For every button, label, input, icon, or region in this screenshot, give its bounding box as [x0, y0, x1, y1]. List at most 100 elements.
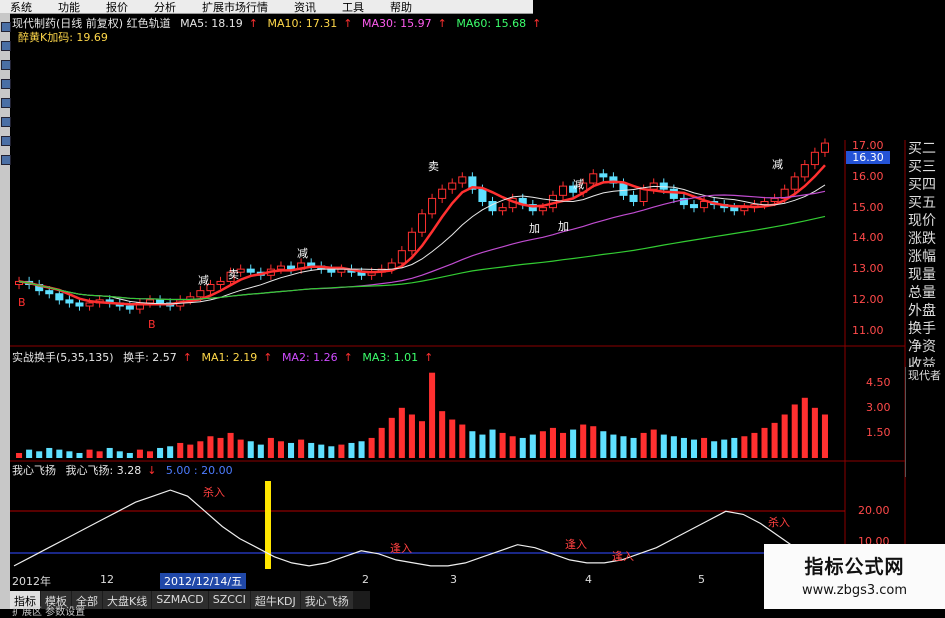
quote-field-10: 换手: [908, 321, 936, 337]
ann-reduce-3: 减: [573, 178, 584, 191]
tab-5[interactable]: SZCCI: [208, 591, 250, 609]
candle: [156, 299, 165, 304]
volume-bar: [338, 444, 345, 458]
volume-bar: [46, 447, 53, 458]
volume-bar: [116, 451, 123, 458]
kline-chart[interactable]: [0, 0, 945, 609]
volume-bar: [821, 414, 828, 458]
price-tick-5: 12.00: [852, 292, 884, 306]
volume-bar: [801, 397, 808, 458]
price-tick-1: 16.00: [852, 169, 884, 183]
volume-bar: [358, 441, 365, 458]
quote-field-6: 涨幅: [908, 249, 936, 265]
volume-bar: [418, 421, 426, 458]
candle: [417, 213, 427, 233]
volume-bar: [771, 422, 778, 458]
volume-bar: [660, 434, 667, 458]
volume-bar: [509, 436, 516, 458]
candle: [196, 290, 205, 298]
volume-bar: [177, 442, 184, 458]
candle: [689, 204, 699, 209]
volume-bar: [308, 442, 315, 458]
ann-step-in-2: 逢入: [565, 538, 587, 551]
volume-bar: [570, 429, 577, 458]
volume-bar: [479, 434, 486, 458]
volume-bar: [378, 427, 385, 458]
candle: [669, 188, 678, 199]
volume-bar: [469, 431, 476, 458]
volume-bar: [187, 444, 194, 458]
quote-field-8: 总量: [908, 285, 936, 301]
volume-bar: [267, 437, 274, 458]
tab-3[interactable]: 大盘K线: [103, 591, 152, 609]
volume-bar: [388, 417, 395, 458]
volume-bar: [207, 436, 214, 458]
date-m2: 2: [362, 573, 369, 586]
watermark-title: 指标公式网: [804, 556, 905, 578]
ann-reduce-2: 减: [297, 247, 308, 260]
volume-bar: [449, 419, 456, 458]
date-m12: 12: [100, 573, 114, 586]
candle: [448, 182, 457, 190]
price-tick-0: 17.00: [852, 139, 884, 153]
date-m3: 3: [450, 573, 457, 586]
candle: [800, 164, 809, 178]
quote-field-11: 净资: [908, 339, 936, 355]
volume-bar: [499, 432, 506, 458]
volume-bar: [36, 451, 43, 458]
volume-bar: [197, 441, 204, 458]
ann-add-1: 加: [529, 222, 540, 235]
candle: [397, 250, 406, 264]
volume-bar: [257, 444, 264, 458]
candle: [407, 231, 416, 252]
volume-bar: [16, 452, 23, 458]
date-m5: 5: [698, 573, 705, 586]
candle: [559, 185, 568, 196]
volume-bar: [106, 447, 113, 458]
mini-chart-label: 现代者: [908, 369, 941, 382]
candle: [55, 293, 64, 301]
ann-step-in-3: 逢入: [612, 550, 634, 563]
volume-bar: [237, 439, 244, 458]
candle: [639, 188, 648, 202]
tab-7[interactable]: 我心飞扬: [300, 591, 353, 609]
volume-bar: [217, 437, 224, 458]
selection-marker: [265, 481, 271, 569]
tab-4[interactable]: SZMACD: [152, 591, 208, 609]
volume-bar: [247, 441, 254, 458]
ann-add-2: 加: [558, 220, 569, 233]
candle: [820, 142, 829, 153]
ann-sell-mid: 卖: [228, 268, 239, 281]
quote-field-5: 涨跌: [908, 231, 936, 247]
candle: [216, 280, 225, 286]
candle: [45, 290, 54, 295]
indicator-tick-0: 20.00: [858, 504, 890, 518]
candle: [599, 173, 608, 178]
volume-bar: [227, 432, 234, 458]
volume-bar: [610, 434, 617, 458]
volume-bar: [136, 449, 143, 458]
volume-bar: [126, 452, 133, 458]
volume-bar: [76, 452, 83, 458]
volume-bar: [489, 429, 496, 458]
volume-bar: [318, 444, 325, 458]
volume-bar: [328, 446, 335, 458]
candle: [246, 268, 255, 273]
volume-bar: [791, 404, 798, 458]
indicator-line: [13, 489, 831, 567]
candle: [85, 302, 94, 307]
candle: [659, 182, 668, 190]
volume-bar: [580, 424, 587, 458]
candle: [478, 188, 487, 202]
volume-bar: [721, 439, 728, 458]
volume-bar: [640, 432, 647, 458]
candle: [770, 197, 779, 202]
ann-sell-top: 卖: [428, 160, 439, 173]
volume-bar: [429, 372, 436, 458]
volume-bar: [368, 437, 375, 458]
date-m4: 4: [585, 573, 592, 586]
volume-bar: [741, 436, 748, 458]
tab-6[interactable]: 超牛KDJ: [250, 591, 300, 609]
volume-bar: [630, 437, 637, 458]
volume-bar: [620, 436, 627, 458]
